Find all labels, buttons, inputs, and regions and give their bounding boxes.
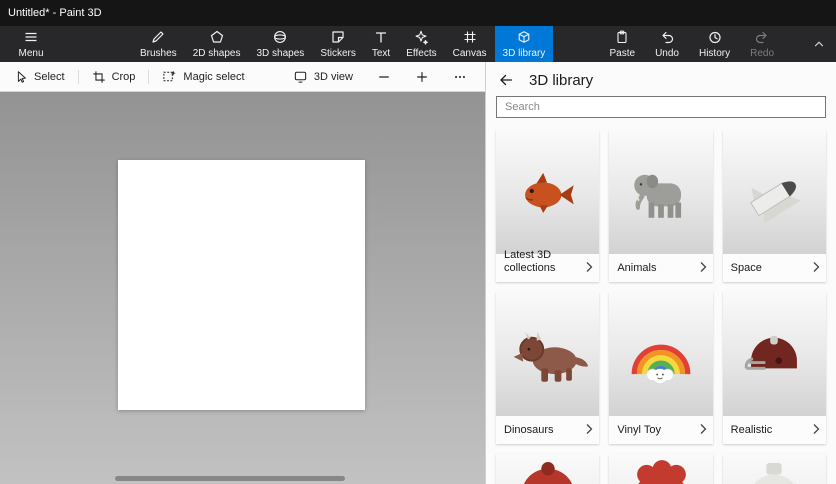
3d-shapes-icon xyxy=(272,29,288,45)
search-input[interactable] xyxy=(496,96,826,118)
workspace xyxy=(0,92,485,484)
select-cursor-icon xyxy=(14,70,28,84)
tool-effects[interactable]: Effects xyxy=(398,26,444,62)
stickers-icon xyxy=(330,29,346,45)
undo-button[interactable]: Undo xyxy=(645,26,689,62)
chevron-right-icon xyxy=(585,423,594,435)
elephant-model-image xyxy=(609,130,712,254)
red-object-model-image xyxy=(496,454,599,484)
edit-toolbar: Select Crop Magic select 3 xyxy=(0,62,485,92)
crop-icon xyxy=(92,70,106,84)
collapse-ribbon-button[interactable] xyxy=(802,26,836,62)
action-group: Paste Undo History Redo xyxy=(599,26,784,62)
back-button[interactable] xyxy=(498,72,514,88)
card-dinosaurs[interactable]: Dinosaurs xyxy=(496,292,599,444)
tool-stickers[interactable]: Stickers xyxy=(312,26,364,62)
paste-button[interactable]: Paste xyxy=(599,26,645,62)
card-realistic[interactable]: Realistic xyxy=(723,292,826,444)
divider xyxy=(78,70,79,84)
tool-group: Brushes 2D shapes 3D shapes Stickers Tex… xyxy=(132,26,553,62)
select-button[interactable]: Select xyxy=(14,70,65,84)
tool-2d-shapes[interactable]: 2D shapes xyxy=(185,26,249,62)
zoom-in-button[interactable] xyxy=(415,70,429,84)
text-icon xyxy=(373,29,389,45)
effects-icon xyxy=(413,29,429,45)
tool-text[interactable]: Text xyxy=(364,26,398,62)
chevron-up-icon xyxy=(812,37,826,51)
titlebar: Untitled* - Paint 3D xyxy=(0,0,836,26)
canvas[interactable] xyxy=(118,160,365,410)
rainbow-model-image xyxy=(609,292,712,416)
red-knit-object-model-image xyxy=(609,454,712,484)
tool-3d-library[interactable]: 3D library xyxy=(495,26,554,62)
fish-model-image xyxy=(496,130,599,254)
history-icon xyxy=(707,29,723,45)
tool-3d-shapes[interactable]: 3D shapes xyxy=(249,26,313,62)
history-button[interactable]: History xyxy=(689,26,740,62)
crop-button[interactable]: Crop xyxy=(92,70,136,84)
library-grid: Latest 3D collections xyxy=(486,128,836,484)
canvas-icon xyxy=(462,29,478,45)
magic-select-button[interactable]: Magic select xyxy=(162,69,244,84)
3d-view-icon xyxy=(293,69,308,84)
minus-icon xyxy=(377,70,391,84)
window-title: Untitled* - Paint 3D xyxy=(8,7,102,19)
card-latest-3d-collections[interactable]: Latest 3D collections xyxy=(496,130,599,282)
chevron-right-icon xyxy=(812,261,821,273)
paste-icon xyxy=(614,29,630,45)
panel-title: 3D library xyxy=(529,72,593,89)
more-options-button[interactable] xyxy=(453,70,467,84)
ellipsis-icon xyxy=(453,70,467,84)
card-animals[interactable]: Animals xyxy=(609,130,712,282)
panel-header: 3D library xyxy=(486,62,836,94)
light-object-model-image xyxy=(723,454,826,484)
divider xyxy=(148,70,149,84)
menu-icon xyxy=(23,29,39,45)
tool-brushes[interactable]: Brushes xyxy=(132,26,185,62)
3d-library-icon xyxy=(516,29,532,45)
magic-select-icon xyxy=(162,69,177,84)
3d-library-panel: 3D library Latest 3D collections xyxy=(485,62,836,484)
2d-shapes-icon xyxy=(209,29,225,45)
horizontal-scrollbar[interactable] xyxy=(115,476,345,481)
zoom-out-button[interactable] xyxy=(377,70,391,84)
chevron-right-icon xyxy=(699,423,708,435)
triceratops-model-image xyxy=(496,292,599,416)
main-toolbar: Menu Brushes 2D shapes 3D shapes Sticker… xyxy=(0,26,836,62)
redo-icon xyxy=(754,29,770,45)
card-vinyl-toy[interactable]: Vinyl Toy xyxy=(609,292,712,444)
card-partial-1[interactable] xyxy=(496,454,599,484)
football-helmet-model-image xyxy=(723,292,826,416)
plus-icon xyxy=(415,70,429,84)
space-shuttle-model-image xyxy=(723,130,826,254)
redo-button[interactable]: Redo xyxy=(740,26,784,62)
tool-canvas[interactable]: Canvas xyxy=(445,26,495,62)
menu-button[interactable]: Menu xyxy=(0,26,62,62)
card-partial-2[interactable] xyxy=(609,454,712,484)
card-partial-3[interactable] xyxy=(723,454,826,484)
undo-icon xyxy=(659,29,675,45)
chevron-right-icon xyxy=(585,261,594,273)
brush-icon xyxy=(150,29,166,45)
3d-view-button[interactable]: 3D view xyxy=(293,69,353,84)
card-space[interactable]: Space xyxy=(723,130,826,282)
chevron-right-icon xyxy=(699,261,708,273)
chevron-right-icon xyxy=(812,423,821,435)
menu-label: Menu xyxy=(18,48,43,59)
